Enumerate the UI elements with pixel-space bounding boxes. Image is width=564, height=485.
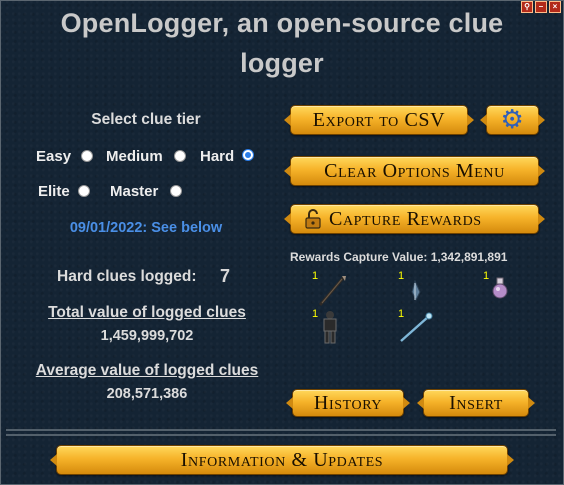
separator	[6, 434, 556, 436]
information-updates-label: Information & Updates	[180, 448, 384, 471]
insert-button[interactable]: Insert	[417, 389, 535, 417]
tier-select-heading: Select clue tier	[91, 111, 201, 128]
item-quantity: 1	[398, 270, 405, 282]
radio-medium[interactable]	[174, 150, 186, 162]
settings-button[interactable]: ⚙	[480, 105, 545, 135]
separator	[6, 429, 556, 431]
clear-options-label: Clear Options Menu	[324, 159, 505, 182]
export-csv-button[interactable]: Export to CSV	[284, 105, 474, 135]
radio-elite[interactable]	[78, 185, 90, 197]
information-updates-button[interactable]: Information & Updates	[50, 445, 514, 475]
capture-rewards-button[interactable]: Capture Rewards	[284, 204, 545, 234]
radio-medium-label: Medium	[106, 148, 163, 165]
total-value: 1,459,999,702	[100, 328, 194, 344]
capture-rewards-label: Capture Rewards	[329, 207, 482, 230]
radio-master-label: Master	[110, 183, 159, 200]
history-label: History	[313, 391, 383, 414]
clear-options-button[interactable]: Clear Options Menu	[284, 156, 545, 186]
clues-logged-count: 7	[220, 266, 231, 286]
radio-easy-label: Easy	[36, 148, 72, 165]
unlocked-padlock-icon	[305, 209, 321, 229]
average-value-label: Average value of logged clues	[35, 362, 259, 379]
radio-easy[interactable]	[81, 150, 93, 162]
radio-hard[interactable]	[242, 149, 254, 161]
gear-icon: ⚙	[500, 105, 525, 134]
blue-wand-icon	[398, 312, 434, 349]
clues-logged-label: Hard clues logged:	[57, 268, 197, 285]
radio-master[interactable]	[170, 185, 182, 197]
blue-feather-icon	[406, 279, 424, 307]
page-title-line1: OpenLogger, an open-source clue	[60, 8, 504, 38]
item-quantity: 1	[483, 270, 490, 282]
radio-elite-label: Elite	[38, 183, 70, 200]
insert-label: Insert	[449, 391, 503, 414]
notice-link[interactable]: 09/01/2022: See below	[30, 220, 262, 236]
export-csv-label: Export to CSV	[312, 108, 446, 131]
average-value: 208,571,386	[106, 386, 188, 402]
radio-hard-label: Hard	[200, 148, 235, 165]
armour-figure-icon	[318, 310, 342, 349]
dark-bow-icon	[316, 274, 348, 313]
purple-potion-icon	[491, 276, 509, 305]
page-title-line2: logger	[240, 48, 324, 78]
total-value-label: Total value of logged clues	[48, 304, 246, 321]
history-button[interactable]: History	[286, 389, 410, 417]
rewards-capture-value: Rewards Capture Value: 1,342,891,891	[290, 250, 508, 264]
